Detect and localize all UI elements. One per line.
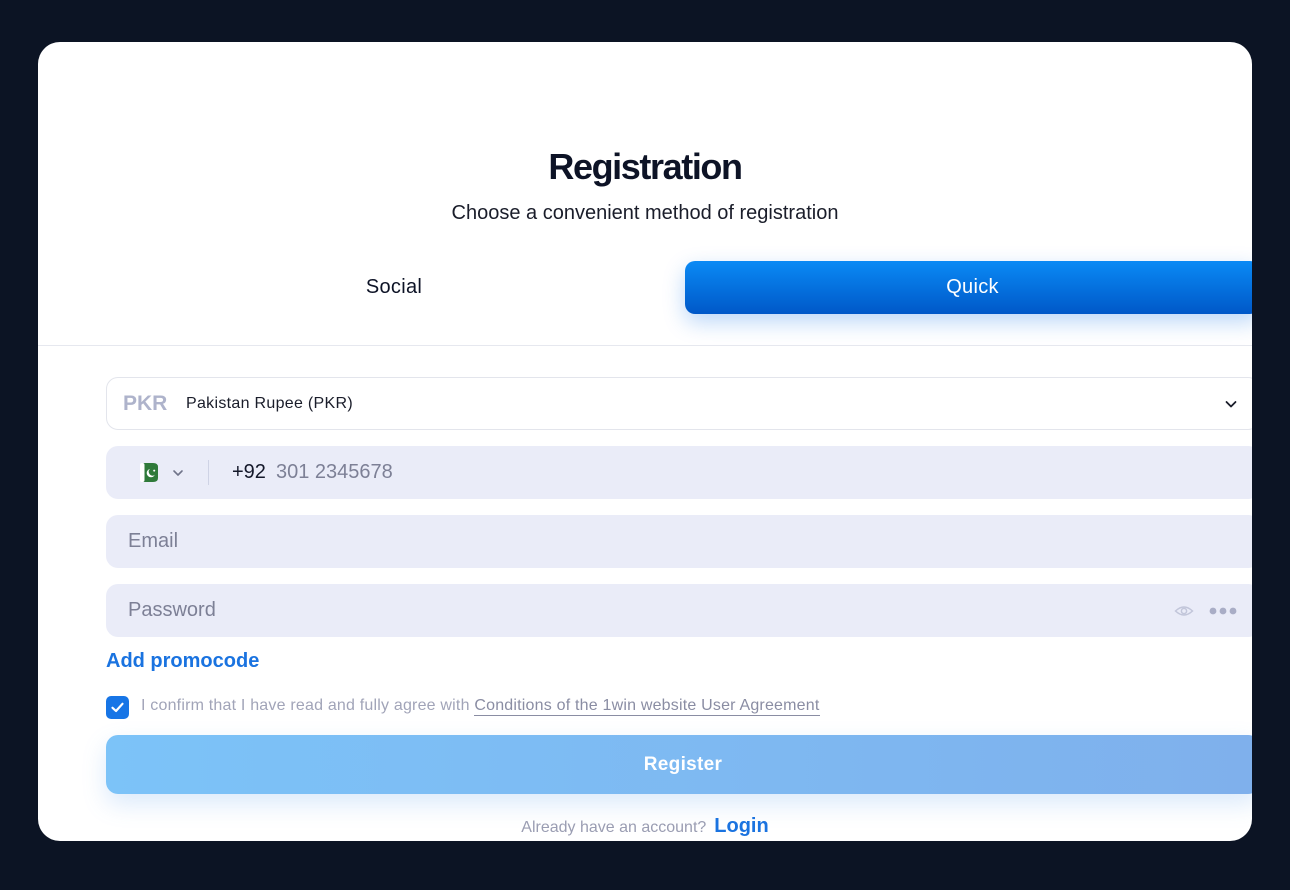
tab-social[interactable]: Social [106,261,682,314]
agreement-label: I confirm that I have read and fully agr… [141,697,470,714]
page-subtitle: Choose a convenient method of registrati… [451,202,839,224]
country-select[interactable] [134,458,190,488]
phone-input[interactable] [276,446,1176,499]
chevron-down-icon [173,470,183,476]
currency-name: Pakistan Rupee (PKR) [186,395,353,412]
add-promocode-link[interactable]: Add promocode [106,650,259,673]
pakistan-flag-icon [140,463,158,482]
eye-icon[interactable] [1174,601,1194,621]
currency-code: PKR [123,392,168,415]
password-field [106,584,1252,637]
chevron-down-icon [1225,401,1237,408]
agreement-checkbox[interactable] [106,696,129,719]
dial-code: +92 [232,461,266,483]
phone-separator [208,460,209,485]
currency-select[interactable]: PKR Pakistan Rupee (PKR) [106,377,1252,430]
user-agreement-link[interactable]: Conditions of the 1win website User Agre… [474,697,820,716]
page-title: Registration [548,146,743,187]
password-input[interactable] [128,584,1128,637]
phone-field: +92 [106,446,1252,499]
register-button[interactable]: Register [106,735,1252,794]
login-row: Already have an account? Login [38,815,1252,838]
divider [38,345,1252,346]
registration-modal: Registration Choose a convenient method … [38,42,1252,841]
login-prompt: Already have an account? [521,819,707,836]
email-field [106,515,1252,568]
more-icon[interactable] [1208,602,1238,620]
tab-quick[interactable]: Quick [685,261,1252,314]
checkmark-icon [111,702,124,713]
login-link[interactable]: Login [714,815,768,837]
agreement-text: I confirm that I have read and fully agr… [141,696,820,716]
email-input[interactable] [128,515,1128,568]
